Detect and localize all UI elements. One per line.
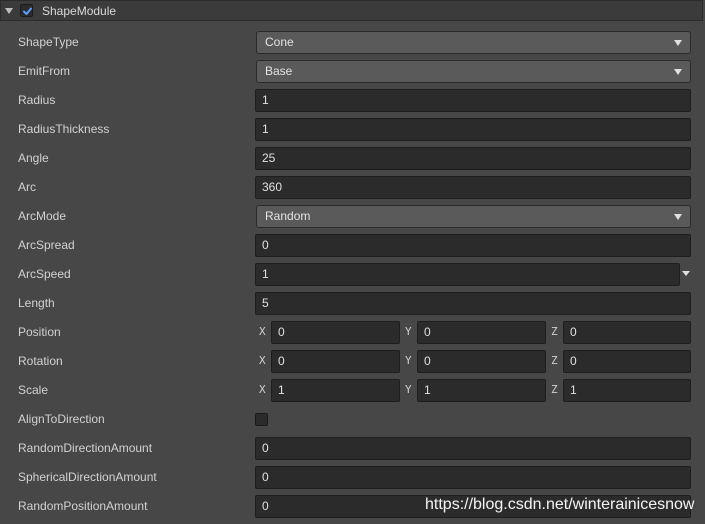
position-y-input[interactable]: 0: [417, 321, 546, 344]
scale-y-input[interactable]: 1: [417, 379, 546, 402]
arc-mode-dropdown[interactable]: Random: [256, 205, 691, 228]
axis-x-label: X: [259, 354, 266, 367]
rotation-x-input[interactable]: 0: [271, 350, 400, 373]
label-radius: Radius: [18, 93, 56, 107]
dropdown-arrow-icon: [674, 40, 682, 46]
row-scale: Scale X 1 Y 1 Z 1: [0, 376, 705, 405]
angle-input[interactable]: 25: [255, 147, 691, 170]
label-arc-spread: ArcSpread: [18, 238, 75, 252]
label-arc-mode: ArcMode: [18, 209, 67, 223]
label-random-position-amount: RandomPositionAmount: [18, 499, 148, 513]
axis-z-label: Z: [551, 325, 558, 338]
radius-input[interactable]: 1: [255, 89, 691, 112]
row-align-to-direction: AlignToDirection: [0, 405, 705, 434]
label-random-direction-amount: RandomDirectionAmount: [18, 441, 153, 455]
module-enabled-checkbox[interactable]: [20, 4, 33, 17]
rotation-y-input[interactable]: 0: [417, 350, 546, 373]
dropdown-arrow-icon: [674, 214, 682, 220]
row-shape-type: ShapeType Cone: [0, 28, 705, 57]
row-spherical-direction-amount: SphericalDirectionAmount 0: [0, 463, 705, 492]
align-to-direction-checkbox[interactable]: [255, 413, 268, 426]
row-arc: Arc 360: [0, 173, 705, 202]
axis-y-label: Y: [405, 354, 412, 367]
label-arc-speed: ArcSpeed: [18, 267, 71, 281]
position-x-input[interactable]: 0: [271, 321, 400, 344]
module-title: ShapeModule: [42, 4, 117, 18]
row-emit-from: EmitFrom Base: [0, 57, 705, 86]
spherical-direction-amount-input[interactable]: 0: [255, 466, 691, 489]
dropdown-arrow-icon: [674, 69, 682, 75]
collapse-triangle-icon[interactable]: [5, 8, 13, 14]
position-z-input[interactable]: 0: [563, 321, 691, 344]
emit-from-value: Base: [265, 64, 293, 78]
shape-module-header[interactable]: ShapeModule: [0, 0, 703, 21]
random-direction-amount-input[interactable]: 0: [255, 437, 691, 460]
row-arc-speed: ArcSpeed 1: [0, 260, 705, 289]
row-angle: Angle 25: [0, 144, 705, 173]
watermark-text: https://blog.csdn.net/winterainicesnow: [425, 496, 695, 513]
row-position: Position X 0 Y 0 Z 0: [0, 318, 705, 347]
shape-type-value: Cone: [265, 35, 294, 49]
arc-mode-value: Random: [265, 209, 311, 223]
axis-y-label: Y: [405, 383, 412, 396]
label-scale: Scale: [18, 383, 49, 397]
row-length: Length 5: [0, 289, 705, 318]
label-arc: Arc: [18, 180, 36, 194]
shape-type-dropdown[interactable]: Cone: [256, 31, 691, 54]
label-spherical-direction-amount: SphericalDirectionAmount: [18, 470, 157, 484]
checkmark-icon: [23, 7, 32, 15]
rotation-z-input[interactable]: 0: [563, 350, 691, 373]
arc-spread-input[interactable]: 0: [255, 234, 691, 257]
scale-x-input[interactable]: 1: [271, 379, 400, 402]
length-input[interactable]: 5: [255, 292, 691, 315]
label-position: Position: [18, 325, 61, 339]
label-emit-from: EmitFrom: [18, 64, 70, 78]
label-angle: Angle: [18, 151, 49, 165]
label-shape-type: ShapeType: [18, 35, 79, 49]
label-align-to-direction: AlignToDirection: [18, 412, 105, 426]
label-rotation: Rotation: [18, 354, 63, 368]
label-length: Length: [18, 296, 55, 310]
arc-input[interactable]: 360: [255, 176, 691, 199]
emit-from-dropdown[interactable]: Base: [256, 60, 691, 83]
axis-z-label: Z: [551, 383, 558, 396]
axis-z-label: Z: [551, 354, 558, 367]
curve-mode-dropdown-arrow-icon[interactable]: [682, 271, 690, 276]
row-arc-mode: ArcMode Random: [0, 202, 705, 231]
axis-x-label: X: [259, 325, 266, 338]
row-rotation: Rotation X 0 Y 0 Z 0: [0, 347, 705, 376]
axis-x-label: X: [259, 383, 266, 396]
scale-z-input[interactable]: 1: [563, 379, 691, 402]
label-radius-thickness: RadiusThickness: [18, 122, 110, 136]
arc-speed-input[interactable]: 1: [255, 263, 680, 286]
row-random-direction-amount: RandomDirectionAmount 0: [0, 434, 705, 463]
radius-thickness-input[interactable]: 1: [255, 118, 691, 141]
axis-y-label: Y: [405, 325, 412, 338]
row-arc-spread: ArcSpread 0: [0, 231, 705, 260]
row-radius: Radius 1: [0, 86, 705, 115]
row-radius-thickness: RadiusThickness 1: [0, 115, 705, 144]
